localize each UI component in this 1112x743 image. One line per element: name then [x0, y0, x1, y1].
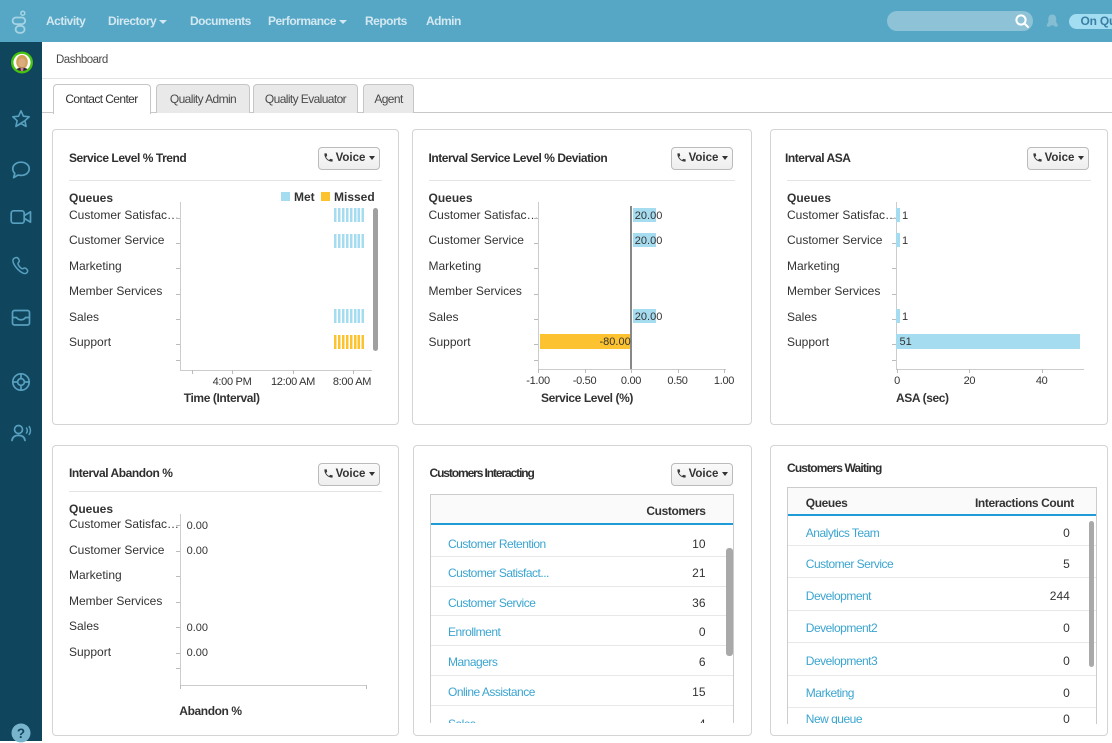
svg-text:?: ?: [17, 726, 25, 741]
